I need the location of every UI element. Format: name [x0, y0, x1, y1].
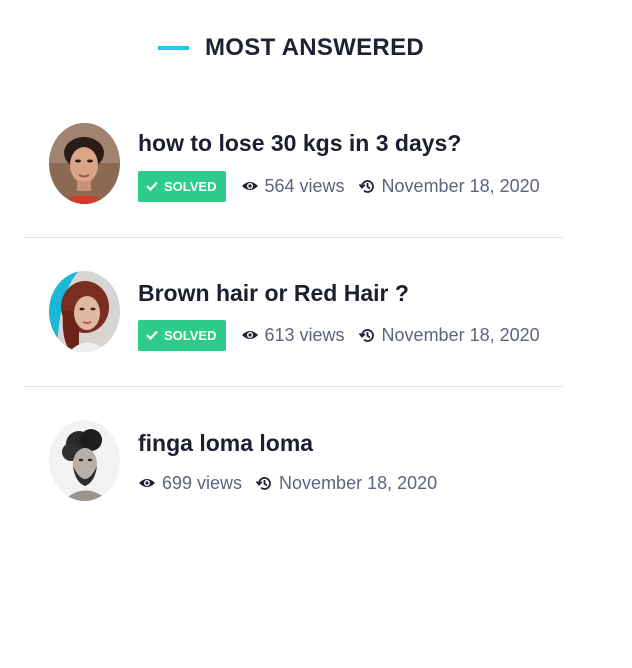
solved-label: SOLVED: [164, 178, 217, 194]
red-hair-woman-avatar-image: [49, 271, 120, 352]
date-text: November 18, 2020: [381, 175, 540, 196]
question-title[interactable]: Brown hair or Red Hair ?: [138, 280, 409, 307]
check-icon: [146, 330, 158, 340]
question-meta: SOLVED 564 views November 18, 2020: [138, 170, 540, 202]
views-count: 699 views: [138, 473, 242, 494]
avatar[interactable]: [49, 271, 120, 352]
question-date: November 18, 2020: [358, 324, 540, 346]
divider: [23, 386, 563, 387]
views-count: 564 views: [241, 176, 345, 197]
eye-icon: [139, 479, 155, 487]
widget-title: MOST ANSWERED: [205, 34, 425, 61]
widget-heading: MOST ANSWERED: [158, 34, 424, 62]
avatar[interactable]: [49, 420, 120, 501]
views-count: 613 views: [241, 325, 345, 346]
woman-avatar-image: [49, 123, 120, 204]
views-text: 699 views: [162, 472, 243, 493]
check-icon: [146, 181, 158, 191]
solved-label: SOLVED: [164, 327, 217, 343]
question-meta: 699 views November 18, 2020: [138, 467, 437, 499]
history-icon: [358, 179, 374, 193]
question-title[interactable]: how to lose 30 kgs in 3 days?: [138, 130, 461, 157]
divider: [23, 237, 563, 238]
views-text: 613 views: [264, 324, 345, 345]
solved-badge: SOLVED: [138, 319, 226, 351]
question-date: November 18, 2020: [358, 175, 540, 197]
date-text: November 18, 2020: [381, 324, 540, 345]
eye-icon: [241, 331, 258, 339]
most-answered-widget: MOST ANSWERED how to lose 30 kgs in 3 da…: [0, 0, 632, 668]
views-text: 564 views: [264, 175, 345, 196]
heading-accent-bar: [158, 46, 189, 50]
question-title[interactable]: finga loma loma: [138, 430, 313, 457]
question-date: November 18, 2020: [256, 473, 437, 494]
eye-icon: [241, 182, 258, 190]
solved-badge: SOLVED: [138, 170, 226, 202]
date-text: November 18, 2020: [279, 472, 438, 493]
avatar[interactable]: [49, 123, 120, 204]
bearded-man-avatar-image: [49, 420, 120, 501]
question-meta: SOLVED 613 views November 18, 2020: [138, 319, 540, 351]
history-icon: [358, 328, 374, 342]
history-icon: [256, 476, 271, 490]
